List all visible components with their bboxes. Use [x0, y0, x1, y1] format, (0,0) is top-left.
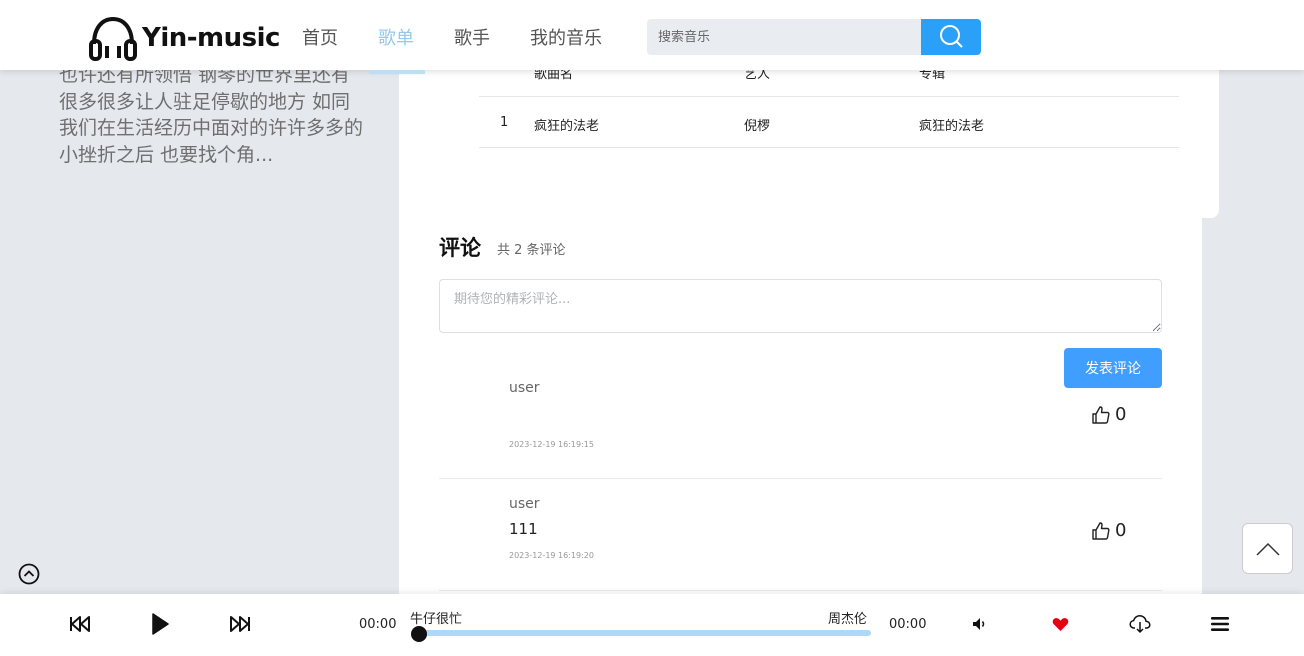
comment-count: 共 2 条评论	[497, 243, 566, 258]
favorite-button[interactable]	[1050, 614, 1070, 634]
volume-icon	[973, 618, 985, 630]
song-album: 疯狂的法老	[919, 119, 985, 134]
song-index: 1	[500, 115, 509, 130]
music-player: 00:00 牛仔很忙 周杰伦 00:00	[0, 594, 1304, 656]
search-bar	[647, 19, 981, 55]
chevron-up-icon	[1255, 542, 1280, 556]
search-icon	[940, 25, 963, 48]
comment-user: user	[509, 496, 540, 512]
nav-playlists[interactable]: 歌单	[378, 24, 414, 50]
back-to-top-button[interactable]	[1242, 523, 1293, 574]
collapse-player-button[interactable]	[18, 563, 40, 585]
thumbs-up-icon	[1092, 405, 1110, 424]
comment-item: user 111 2023-12-19 16:19:20 0	[439, 479, 1162, 591]
top-navbar: Yin-music 首页 歌单 歌手 我的音乐	[0, 0, 1304, 70]
nav-my-music[interactable]: 我的音乐	[530, 24, 602, 50]
search-button[interactable]	[921, 19, 981, 55]
main-nav: 首页 歌单 歌手 我的音乐	[302, 24, 642, 50]
previous-button[interactable]	[68, 614, 92, 634]
app-name: Yin-music	[142, 23, 280, 53]
comment-time: 2023-12-19 16:19:15	[509, 440, 594, 449]
nav-singers[interactable]: 歌手	[454, 24, 490, 50]
total-time: 00:00	[889, 617, 927, 632]
song-artist: 倪椤	[744, 119, 771, 134]
playlist-intro: 也许还有所领悟 钢琴的世界里还有很多很多让人驻足停歇的地方 如同我们在生活经历中…	[59, 64, 364, 166]
comment-text: 111	[509, 520, 538, 538]
logo[interactable]: Yin-music	[88, 14, 280, 62]
song-name: 疯狂的法老	[534, 119, 600, 134]
comment-title: 评论	[439, 236, 481, 260]
search-input[interactable]	[647, 19, 921, 55]
progress-handle[interactable]	[411, 626, 427, 642]
volume-button[interactable]	[971, 615, 989, 633]
collapse-icon	[18, 563, 40, 585]
play-button[interactable]	[149, 613, 171, 635]
next-button[interactable]	[228, 614, 252, 634]
download-icon	[1129, 615, 1151, 634]
fast-forward-icon	[230, 616, 250, 632]
menu-icon	[1211, 617, 1229, 631]
headphones-logo-icon	[89, 16, 137, 61]
heart-icon	[1052, 617, 1068, 631]
like-button[interactable]: 0	[1091, 404, 1126, 425]
nav-active-indicator	[369, 70, 425, 74]
download-button[interactable]	[1128, 613, 1152, 635]
table-row[interactable]: 1 疯狂的法老 倪椤 疯狂的法老	[479, 98, 1179, 148]
current-time: 00:00	[359, 617, 397, 632]
comment-item: user 2023-12-19 16:19:15 0	[439, 367, 1162, 479]
play-icon	[152, 613, 169, 635]
now-playing-artist: 周杰伦	[828, 612, 868, 627]
thumbs-up-icon	[1092, 521, 1110, 540]
playlist-menu-button[interactable]	[1210, 614, 1230, 634]
now-playing-title: 牛仔很忙	[410, 612, 463, 627]
progress-bar[interactable]	[419, 630, 871, 636]
comment-input[interactable]	[439, 279, 1162, 333]
like-button[interactable]: 0	[1091, 520, 1126, 541]
rewind-icon	[70, 616, 90, 632]
nav-home[interactable]: 首页	[302, 24, 338, 50]
comment-user: user	[509, 380, 540, 396]
like-count: 0	[1115, 404, 1127, 425]
comment-time: 2023-12-19 16:19:20	[509, 551, 594, 560]
like-count: 0	[1115, 520, 1127, 541]
